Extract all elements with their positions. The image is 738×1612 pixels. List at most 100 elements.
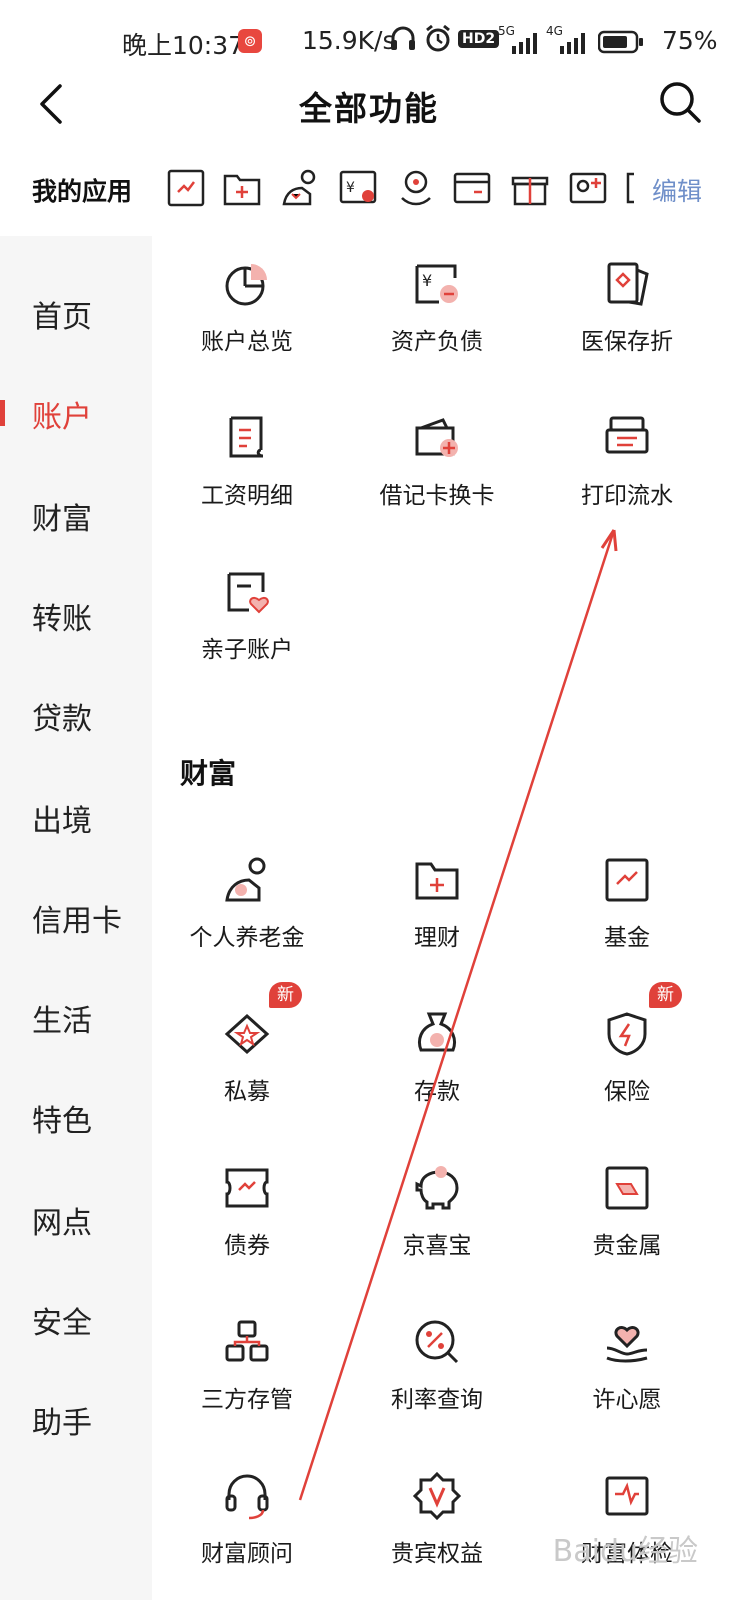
item-label: 京喜宝 bbox=[402, 1233, 472, 1259]
item-label: 贵宾权益 bbox=[391, 1541, 483, 1567]
sidebar-item-transfer[interactable]: 转账 bbox=[32, 594, 92, 638]
item-label: 账户总览 bbox=[201, 329, 293, 355]
new-badge: 新 bbox=[649, 982, 682, 1008]
asset-ledger-icon: ¥ bbox=[415, 264, 458, 304]
vip-rights-item[interactable]: 贵宾权益 bbox=[342, 1472, 532, 1612]
sidebar-item-featured[interactable]: 特色 bbox=[32, 1096, 92, 1140]
debit-exchange-icon[interactable]: ¥ bbox=[338, 168, 378, 208]
alarm-icon bbox=[426, 24, 450, 52]
fund-item[interactable]: 基金 bbox=[532, 856, 722, 996]
vip-badge-icon bbox=[413, 1472, 461, 1520]
signal-4g-icon bbox=[560, 33, 585, 54]
item-label: 三方存管 bbox=[201, 1387, 293, 1413]
battery-percent: 75% bbox=[662, 26, 718, 55]
item-label: 基金 bbox=[604, 925, 650, 951]
debit-card-replace-item[interactable]: 借记卡换卡 bbox=[342, 414, 532, 554]
sidebar-item-abroad[interactable]: 出境 bbox=[32, 796, 92, 840]
search-icon[interactable] bbox=[658, 80, 702, 124]
page-title: 全部功能 bbox=[299, 89, 439, 128]
fund-chart-icon bbox=[605, 858, 649, 902]
sidebar-item-wealth[interactable]: 财富 bbox=[32, 494, 92, 538]
item-label: 保险 bbox=[604, 1079, 650, 1105]
card-icon[interactable] bbox=[452, 168, 492, 208]
deposit-item[interactable]: 存款 bbox=[342, 1010, 532, 1150]
item-label: 许心愿 bbox=[592, 1387, 662, 1413]
svg-text:¥: ¥ bbox=[422, 271, 432, 290]
precious-metal-item[interactable]: 贵金属 bbox=[532, 1164, 722, 1304]
item-label: 借记卡换卡 bbox=[379, 483, 495, 509]
health-report-icon bbox=[605, 1476, 649, 1516]
wealth-management-item[interactable]: 理财 bbox=[342, 856, 532, 996]
parent-child-icon bbox=[227, 572, 269, 614]
item-label: 医保存折 bbox=[581, 329, 673, 355]
contact-add-icon[interactable] bbox=[568, 168, 608, 208]
diamond-star-icon bbox=[224, 1013, 270, 1055]
item-label: 利率查询 bbox=[391, 1387, 483, 1413]
money-bag-icon bbox=[418, 1012, 456, 1052]
item-label: 财富顾问 bbox=[201, 1541, 293, 1567]
sidebar-item-home[interactable]: 首页 bbox=[32, 292, 92, 336]
sidebar-item-account[interactable]: 账户 bbox=[32, 392, 92, 436]
wish-item[interactable]: 许心愿 bbox=[532, 1318, 722, 1458]
medical-passbook-item[interactable]: 医保存折 bbox=[532, 260, 722, 400]
partial-app-icon bbox=[626, 172, 634, 204]
fund-icon[interactable] bbox=[166, 168, 206, 208]
gift-icon[interactable] bbox=[510, 168, 550, 208]
assets-liabilities-item[interactable]: ¥ 资产负债 bbox=[342, 260, 532, 400]
active-indicator bbox=[0, 400, 5, 426]
sidebar-item-security[interactable]: 安全 bbox=[32, 1298, 92, 1342]
signal-5g-icon bbox=[512, 33, 537, 54]
family-account-item[interactable]: 亲子账户 bbox=[152, 568, 342, 708]
salary-details-item[interactable]: 工资明细 bbox=[152, 414, 342, 554]
item-label: 私募 bbox=[224, 1079, 270, 1105]
edit-button[interactable]: 编辑 bbox=[652, 172, 702, 208]
headset-icon bbox=[225, 1474, 269, 1520]
record-icon: ⊚ bbox=[238, 29, 262, 53]
category-sidebar: 首页 账户 财富 转账 贷款 出境 信用卡 生活 特色 网点 安全 助手 bbox=[0, 236, 152, 1600]
personal-pension-item[interactable]: 个人养老金 bbox=[152, 856, 342, 996]
wealth-folder-icon[interactable] bbox=[222, 168, 262, 208]
new-badge: 新 bbox=[269, 982, 302, 1008]
shield-icon bbox=[607, 1012, 647, 1056]
private-fund-item[interactable]: 新 私募 bbox=[152, 982, 342, 1150]
account-overview-item[interactable]: 账户总览 bbox=[152, 260, 342, 400]
rate-query-item[interactable]: 利率查询 bbox=[342, 1318, 532, 1458]
gold-bar-icon bbox=[605, 1166, 649, 1210]
header: 全部功能 bbox=[0, 64, 738, 144]
print-statement-item[interactable]: 打印流水 bbox=[532, 414, 722, 554]
function-grid: 账户总览 ¥ 资产负债 医保存折 工资明细 借记卡换卡 打印流水 亲子账户 财富… bbox=[152, 236, 738, 1600]
my-apps-bar: 我的应用 ¥ 编辑 bbox=[0, 150, 738, 232]
folder-plus-icon bbox=[415, 862, 459, 900]
insurance-item[interactable]: 新 保险 bbox=[532, 982, 722, 1150]
advisor-icon[interactable] bbox=[396, 168, 436, 208]
item-label: 打印流水 bbox=[581, 483, 673, 509]
status-time: 晚上10:37 bbox=[122, 31, 245, 60]
heart-hand-icon bbox=[606, 1326, 648, 1363]
pie-chart-icon bbox=[225, 264, 267, 306]
wallet-card-icon bbox=[415, 418, 458, 457]
jingxibao-item[interactable]: 京喜宝 bbox=[342, 1164, 532, 1304]
hd-badge: HD2 bbox=[458, 30, 500, 48]
wealth-advisor-item[interactable]: 财富顾问 bbox=[152, 1472, 342, 1612]
network-speed: 15.9K/s bbox=[302, 26, 396, 55]
item-label: 理财 bbox=[414, 925, 460, 951]
bond-item[interactable]: 债券 bbox=[152, 1164, 342, 1304]
sidebar-item-life[interactable]: 生活 bbox=[32, 996, 92, 1040]
third-party-custody-item[interactable]: 三方存管 bbox=[152, 1318, 342, 1458]
pension-icon[interactable] bbox=[280, 168, 320, 208]
item-label: 存款 bbox=[414, 1079, 460, 1105]
item-label: 债券 bbox=[224, 1233, 270, 1259]
percent-search-icon bbox=[415, 1320, 459, 1364]
section-title-wealth: 财富 bbox=[180, 757, 237, 790]
item-label: 资产负债 bbox=[391, 329, 483, 355]
sidebar-item-loan[interactable]: 贷款 bbox=[32, 694, 92, 738]
sidebar-item-credit-card[interactable]: 信用卡 bbox=[32, 896, 122, 940]
my-apps-label: 我的应用 bbox=[32, 177, 133, 206]
ticket-icon bbox=[225, 1168, 269, 1208]
sidebar-item-assistant[interactable]: 助手 bbox=[32, 1398, 92, 1442]
watermark: Baidu经验 bbox=[552, 1534, 698, 1569]
passbook-icon bbox=[607, 262, 649, 306]
payslip-icon bbox=[229, 416, 264, 458]
headphones-icon bbox=[391, 26, 415, 50]
sidebar-item-branches[interactable]: 网点 bbox=[32, 1198, 92, 1242]
